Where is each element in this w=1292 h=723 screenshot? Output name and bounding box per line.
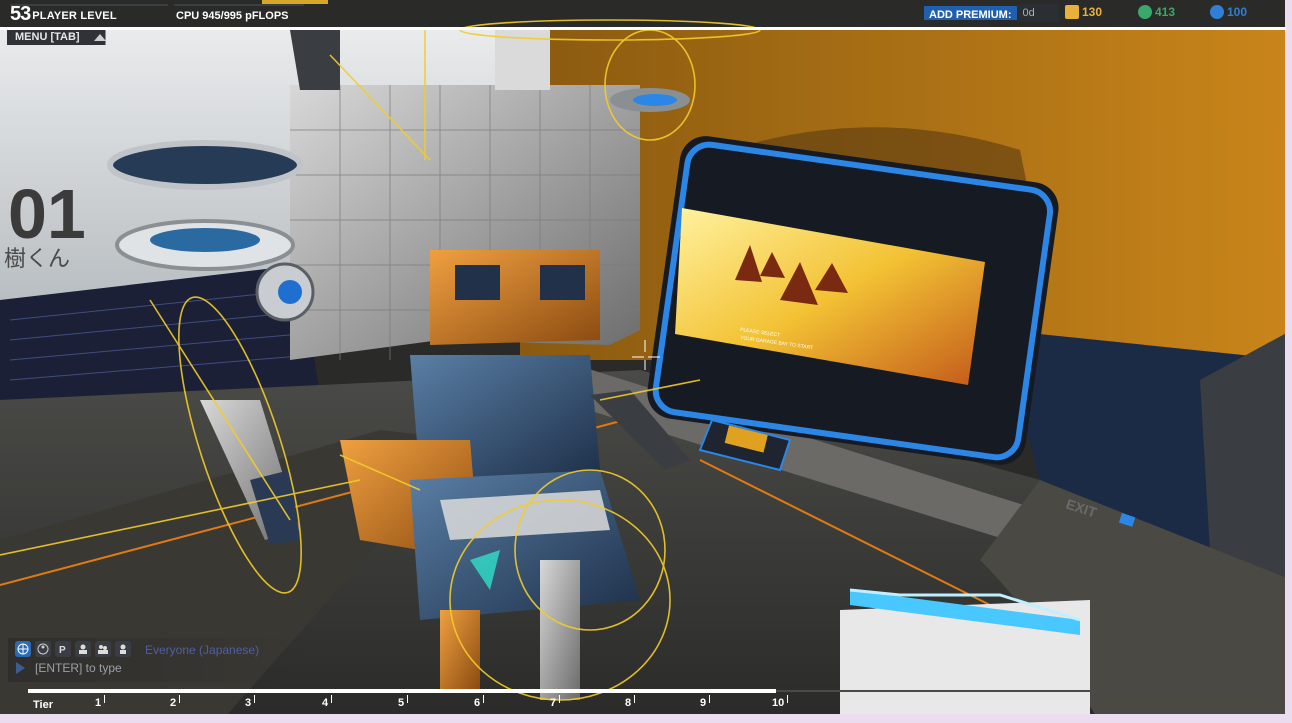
chat-channel-label[interactable]: Everyone (Japanese)	[145, 643, 259, 657]
robits-value: 130	[1082, 5, 1103, 19]
rp-value: 413	[1155, 5, 1176, 19]
player-level-number: 53	[10, 3, 31, 25]
wall-japanese-text: 樹くん	[4, 247, 70, 272]
party-icon[interactable]: P	[55, 641, 71, 657]
chat-play-icon	[16, 662, 25, 674]
tier-tick: 8	[625, 695, 636, 709]
garage-scene: 01 樹くん PLEASE SELECT YOUR GARAGE BAY TO …	[0, 0, 1292, 723]
chat-channel-icons: P	[15, 641, 131, 657]
svg-text:P: P	[59, 645, 66, 655]
tier-tick: 7	[550, 695, 561, 709]
player-level: 53 PLAYER LEVEL	[10, 4, 117, 24]
menu-triangle-icon[interactable]	[94, 34, 106, 41]
menu-tab-label: MENU [TAB]	[15, 31, 80, 43]
friends-icon[interactable]	[75, 641, 91, 657]
tier-tick: 10	[772, 695, 789, 709]
player-level-label: PLAYER LEVEL	[32, 10, 117, 22]
globe-icon[interactable]	[15, 641, 31, 657]
top-divider	[0, 27, 1286, 30]
top-hud: 53 PLAYER LEVEL CPU 945/995 pFLOPS ADD P…	[0, 0, 1292, 30]
gc-value: 100	[1227, 5, 1248, 19]
cpu-bar-accent	[262, 0, 328, 4]
clan-icon[interactable]	[95, 641, 111, 657]
premium-area: ADD PREMIUM: 0d	[924, 4, 1059, 22]
wall-number: 01	[8, 175, 86, 253]
gc-currency: 100	[1210, 5, 1247, 19]
cpu-bar	[174, 4, 304, 6]
robits-icon	[1065, 5, 1079, 19]
premium-days: 0d	[1016, 4, 1059, 22]
tier-tick: 5	[398, 695, 409, 709]
tier-tick: 1	[95, 695, 106, 709]
chat-input[interactable]	[35, 660, 275, 676]
tier-tick: 3	[245, 695, 256, 709]
add-premium-button[interactable]: ADD PREMIUM:	[924, 6, 1017, 21]
tier-tick: 6	[474, 695, 485, 709]
menu-tab-button[interactable]: MENU [TAB]	[7, 30, 127, 45]
user-icon[interactable]	[115, 641, 131, 657]
tier-bar-fill	[28, 689, 776, 693]
rp-currency: 413	[1138, 5, 1175, 19]
tier-tick: 9	[700, 695, 711, 709]
gc-icon	[1210, 5, 1224, 19]
robits-currency: 130	[1065, 5, 1102, 19]
tier-label: Tier	[33, 699, 53, 711]
tier-tick: 2	[170, 695, 181, 709]
rp-icon	[1138, 5, 1152, 19]
tier-tick: 4	[322, 695, 333, 709]
cpu-readout: CPU 945/995 pFLOPS	[176, 10, 289, 22]
accessibility-icon[interactable]	[35, 641, 51, 657]
